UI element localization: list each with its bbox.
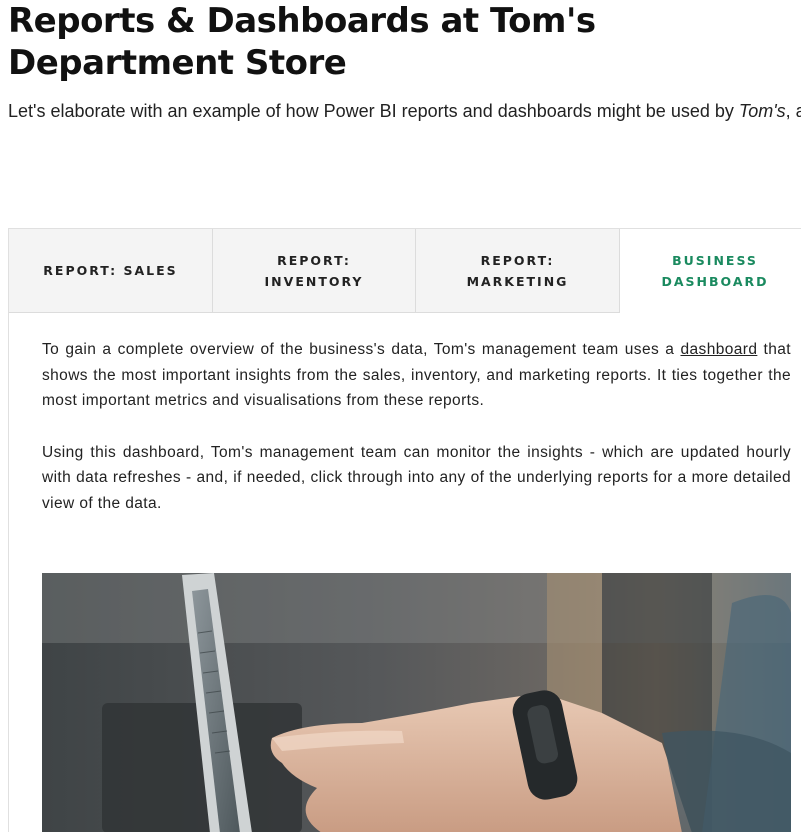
- tab-label: REPORT: INVENTORY: [264, 252, 364, 289]
- intro-text-end: , a department store with multiple store…: [785, 101, 801, 121]
- page-title: Reports & Dashboards at Tom's Department…: [8, 1, 596, 83]
- tab-bar: REPORT: SALES REPORT: INVENTORY REPORT: …: [9, 229, 801, 314]
- tab-report-inventory[interactable]: REPORT: INVENTORY: [213, 229, 416, 313]
- panel-paragraph-2: Using this dashboard, Tom's management t…: [42, 443, 791, 512]
- laptop-photo: [42, 573, 791, 832]
- tab-report-sales[interactable]: REPORT: SALES: [9, 229, 213, 313]
- panel-paragraph-1-start: To gain a complete overview of the busin…: [42, 341, 681, 358]
- page: Reports & Dashboards at Tom's Department…: [0, 0, 801, 832]
- dashboard-link[interactable]: dashboard: [681, 341, 758, 358]
- tab-report-marketing[interactable]: REPORT: MARKETING: [416, 229, 620, 313]
- tabs-panel: REPORT: SALES REPORT: INVENTORY REPORT: …: [8, 228, 801, 832]
- tab-label: BUSINESS DASHBOARD: [661, 252, 769, 289]
- tab-label: REPORT: SALES: [43, 263, 178, 278]
- intro-text-start: Let's elaborate with an example of how P…: [8, 101, 739, 121]
- panel-paragraph-1: To gain a complete overview of the busin…: [42, 337, 791, 414]
- tab-label: REPORT: MARKETING: [466, 252, 569, 289]
- tab-content: To gain a complete overview of the busin…: [42, 337, 791, 542]
- tab-business-dashboard[interactable]: BUSINESS DASHBOARD: [620, 229, 801, 313]
- intro-text-emphasis: Tom's: [738, 101, 786, 121]
- intro-text: Let's elaborate with an example of how P…: [8, 93, 801, 129]
